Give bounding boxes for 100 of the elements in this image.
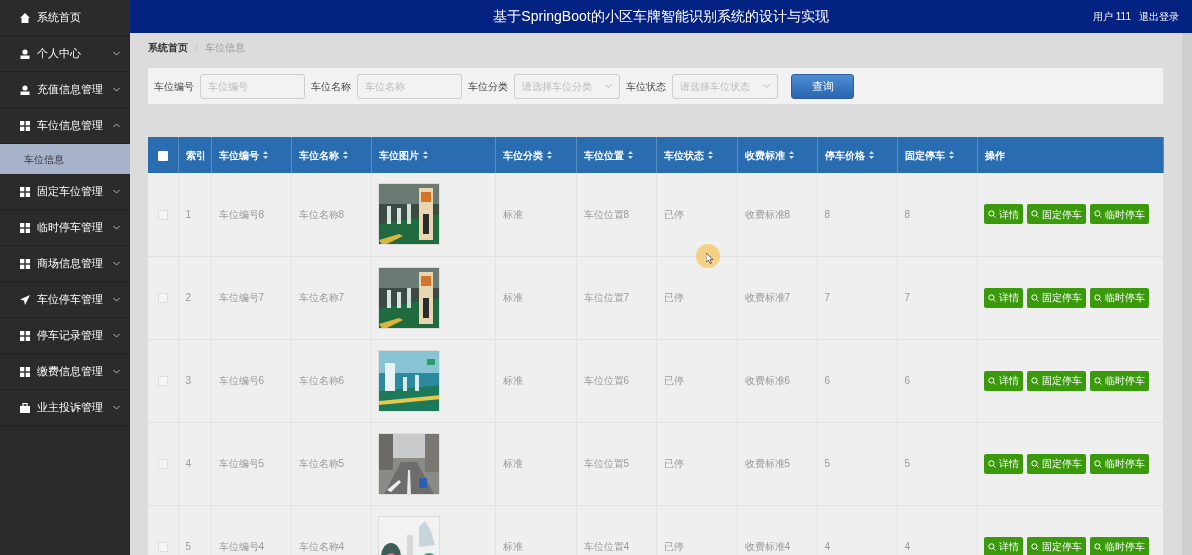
- checkbox[interactable]: [157, 210, 168, 221]
- logout-link[interactable]: 退出登录: [1139, 9, 1179, 24]
- grid-icon: [20, 120, 30, 131]
- sidebar-item[interactable]: 商场信息管理: [0, 246, 130, 282]
- table-cell: 3: [185, 375, 192, 386]
- column-header[interactable]: 收费标准: [744, 147, 785, 163]
- action-button[interactable]: 临时停车: [1089, 370, 1149, 391]
- scrollbar[interactable]: [1182, 33, 1192, 555]
- column-header[interactable]: 车位名称: [298, 147, 339, 163]
- table-cell: 车位位置5: [583, 458, 630, 469]
- sidebar-item[interactable]: 充值信息管理: [0, 72, 130, 108]
- table-cell: 标准: [502, 375, 523, 386]
- table-cell: 车位名称7: [298, 292, 345, 303]
- column-header[interactable]: 操作: [984, 147, 1005, 163]
- checkbox[interactable]: [157, 376, 168, 387]
- sort-icon[interactable]: [948, 151, 954, 159]
- column-header[interactable]: 车位分类: [502, 147, 543, 163]
- table-cell: 标准: [502, 458, 523, 469]
- field-label: 车位名称: [311, 79, 351, 94]
- sort-icon[interactable]: [788, 151, 794, 159]
- table-cell: 5: [904, 458, 911, 469]
- column-header[interactable]: 车位位置: [583, 147, 624, 163]
- checkbox[interactable]: [157, 150, 168, 161]
- action-button[interactable]: 固定停车: [1026, 287, 1086, 308]
- search-icon: [1093, 293, 1102, 302]
- table-cell: 标准: [502, 541, 523, 552]
- search-icon: [1030, 293, 1039, 302]
- checkbox[interactable]: [157, 542, 168, 553]
- table-cell: 8: [824, 208, 831, 220]
- column-header[interactable]: 车位编号: [218, 147, 259, 163]
- table-cell: 已停: [663, 208, 684, 220]
- table-cell: 5: [185, 541, 192, 552]
- action-button[interactable]: 详情: [983, 287, 1023, 308]
- table-cell: 标准: [502, 292, 523, 303]
- sort-icon[interactable]: [422, 151, 428, 159]
- table-cell: 车位位置4: [583, 541, 630, 552]
- action-button[interactable]: 详情: [983, 370, 1023, 391]
- table-cell: 标准: [502, 208, 523, 220]
- table-cell: 车位名称4: [298, 541, 345, 552]
- table-cell: 已停: [663, 541, 684, 552]
- grid-icon: [20, 186, 30, 197]
- table-cell: 5: [824, 458, 831, 469]
- submenu-item[interactable]: 车位信息: [0, 144, 130, 174]
- user-icon: [20, 84, 30, 95]
- column-header[interactable]: 车位图片: [378, 147, 419, 163]
- sort-icon[interactable]: [627, 151, 633, 159]
- user-label: 用户 111: [1093, 10, 1131, 24]
- sidebar-item[interactable]: 个人中心: [0, 36, 130, 72]
- table-cell: 4: [904, 541, 911, 552]
- column-header[interactable]: 停车价格: [824, 147, 865, 163]
- search-icon: [1093, 542, 1102, 551]
- action-button[interactable]: 固定停车: [1026, 536, 1086, 555]
- sort-icon[interactable]: [342, 151, 348, 159]
- search-icon: [987, 459, 996, 468]
- action-button[interactable]: 固定停车: [1026, 370, 1086, 391]
- action-button[interactable]: 详情: [983, 204, 1023, 225]
- action-button[interactable]: 固定停车: [1026, 204, 1086, 225]
- table-cell: 已停: [663, 458, 684, 469]
- sort-icon[interactable]: [707, 151, 713, 159]
- briefcase-icon: [20, 402, 30, 413]
- sort-icon[interactable]: [262, 151, 268, 159]
- action-button[interactable]: 临时停车: [1089, 453, 1149, 474]
- sidebar-item[interactable]: 业主投诉管理: [0, 390, 130, 426]
- table-cell: 车位编号7: [218, 292, 265, 303]
- action-button[interactable]: 固定停车: [1026, 453, 1086, 474]
- table-cell: 收费标准4: [744, 541, 791, 552]
- table-cell: 车位名称8: [298, 208, 345, 220]
- table-cell: 收费标准8: [744, 208, 791, 220]
- table-cell: 6: [824, 375, 831, 386]
- breadcrumb-item[interactable]: 系统首页: [148, 39, 188, 55]
- column-header[interactable]: 索引: [185, 147, 206, 163]
- grid-icon: [20, 258, 30, 269]
- column-header[interactable]: 固定停车: [904, 147, 945, 163]
- field-label: 车位状态: [626, 79, 666, 94]
- action-button[interactable]: 详情: [983, 453, 1023, 474]
- action-button[interactable]: 临时停车: [1089, 536, 1149, 555]
- action-button[interactable]: 临时停车: [1089, 204, 1149, 225]
- sidebar-item[interactable]: 固定车位管理: [0, 174, 130, 210]
- sidebar-item[interactable]: 停车记录管理: [0, 318, 130, 354]
- search-button[interactable]: 查询: [791, 73, 854, 99]
- sort-icon[interactable]: [868, 151, 874, 159]
- action-button[interactable]: 详情: [983, 536, 1023, 555]
- checkbox[interactable]: [157, 293, 168, 304]
- search-icon: [987, 542, 996, 551]
- column-header[interactable]: 车位状态: [663, 147, 704, 163]
- search-icon: [1093, 210, 1102, 219]
- table-cell: 车位名称5: [298, 458, 345, 469]
- sidebar-item[interactable]: 车位停车管理: [0, 282, 130, 318]
- sidebar-item[interactable]: 临时停车管理: [0, 210, 130, 246]
- sidebar-item[interactable]: 缴费信息管理: [0, 354, 130, 390]
- chevron-icon: [605, 84, 612, 88]
- grid-icon: [20, 330, 30, 341]
- action-button[interactable]: 临时停车: [1089, 287, 1149, 308]
- table-cell: 8: [904, 208, 911, 220]
- sort-icon[interactable]: [546, 151, 552, 159]
- search-icon: [987, 210, 996, 219]
- table-cell: 7: [824, 292, 831, 303]
- table-cell: 2: [185, 292, 192, 303]
- table-cell: 收费标准7: [744, 292, 791, 303]
- checkbox[interactable]: [157, 459, 168, 470]
